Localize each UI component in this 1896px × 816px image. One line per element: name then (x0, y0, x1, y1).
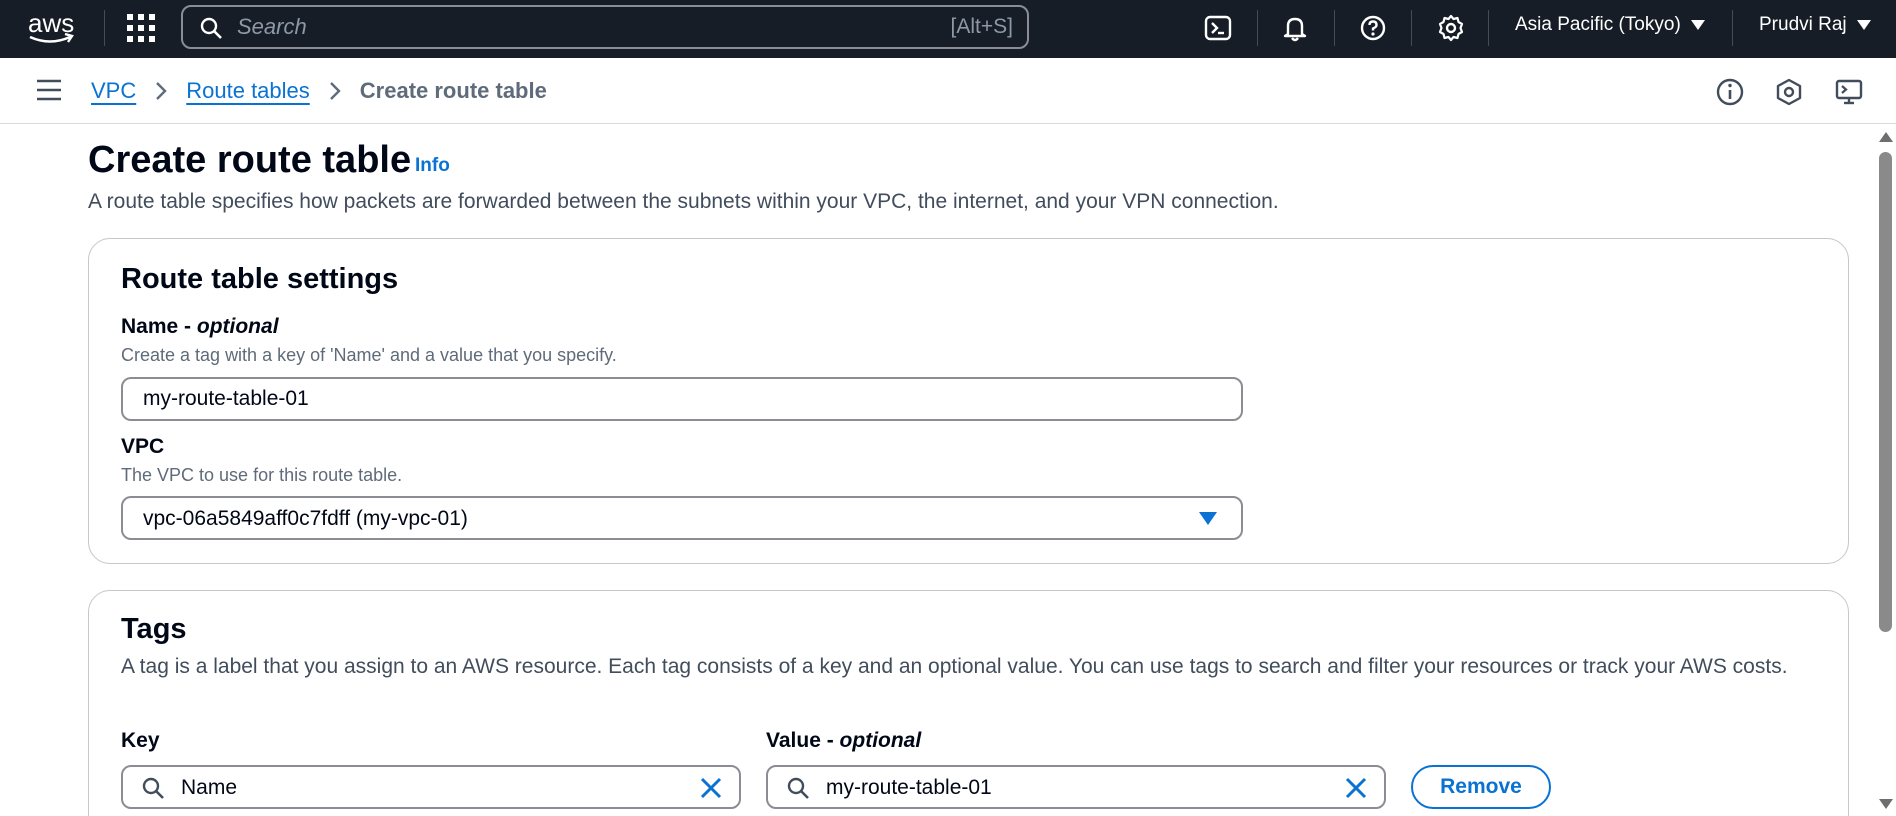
nav-divider (1488, 10, 1489, 46)
name-optional-text: optional (196, 315, 279, 338)
remove-tag-button[interactable]: Remove (1411, 765, 1551, 809)
region-selector[interactable]: Asia Pacific (Tokyo) (1515, 14, 1705, 36)
tag-key-value: Name (181, 776, 238, 799)
tag-key-input[interactable]: Name (121, 765, 741, 809)
breadcrumb-link-vpc[interactable]: VPC (91, 78, 136, 104)
search-shortcut-hint: [Alt+S] (950, 15, 1013, 38)
search-icon (142, 777, 164, 799)
page-title: Create route table (88, 139, 412, 181)
chevron-right-icon (329, 82, 341, 100)
nav-divider (1411, 10, 1412, 46)
search-icon (200, 17, 222, 39)
settings-heading: Route table settings (121, 263, 399, 295)
info-link[interactable]: Info (415, 155, 450, 177)
search-icon (787, 777, 809, 799)
breadcrumb-link-route-tables[interactable]: Route tables (186, 78, 310, 104)
name-field-hint: Create a tag with a key of 'Name' and a … (121, 345, 617, 365)
menu-icon[interactable] (36, 79, 62, 101)
aws-logo[interactable]: aws (26, 8, 78, 46)
nav-divider (1257, 10, 1258, 46)
search-input[interactable] (237, 13, 857, 41)
page-description: A route table specifies how packets are … (88, 190, 1279, 213)
info-circle-icon[interactable] (1715, 77, 1745, 107)
breadcrumb-bar: VPC Route tables Create route table (0, 58, 1896, 124)
tag-value-label: Value - optional (766, 729, 921, 753)
caret-down-icon (1199, 512, 1217, 525)
scroll-down-arrow[interactable] (1879, 799, 1893, 809)
nav-divider (104, 10, 105, 46)
clear-x-icon[interactable] (1344, 776, 1368, 800)
tag-value-label-text: Value - (766, 729, 834, 752)
help-icon[interactable] (1357, 12, 1389, 44)
route-table-settings-panel: Route table settings Name - optional Cre… (88, 238, 1849, 564)
chevron-down-icon (1856, 20, 1871, 30)
chevron-down-icon (1690, 20, 1705, 30)
security-hub-icon[interactable] (1774, 77, 1804, 107)
breadcrumb: VPC Route tables Create route table (91, 78, 547, 104)
global-search[interactable]: [Alt+S] (181, 5, 1029, 49)
vpc-field-label: VPC (121, 435, 165, 458)
region-label: Asia Pacific (Tokyo) (1515, 14, 1681, 35)
tag-key-label: Key (121, 729, 160, 752)
vpc-select-value: vpc-06a5849aff0c7fdff (my-vpc-01) (143, 507, 468, 530)
name-field-label: Name - optional (121, 315, 279, 339)
user-name: Prudvi Raj (1759, 14, 1847, 35)
tags-description: A tag is a label that you assign to an A… (121, 655, 1788, 678)
tags-heading: Tags (121, 613, 187, 645)
vpc-select[interactable]: vpc-06a5849aff0c7fdff (my-vpc-01) (121, 496, 1243, 540)
tags-panel: Tags A tag is a label that you assign to… (88, 590, 1849, 816)
nav-divider (1732, 10, 1733, 46)
settings-gear-icon[interactable] (1435, 12, 1467, 44)
clear-x-icon[interactable] (699, 776, 723, 800)
top-navigation: aws [Alt+S] (0, 0, 1896, 58)
scroll-up-arrow[interactable] (1879, 132, 1893, 142)
vpc-field-hint: The VPC to use for this route table. (121, 465, 403, 485)
tag-value-value: my-route-table-01 (826, 776, 992, 799)
account-menu[interactable]: Prudvi Raj (1759, 14, 1871, 36)
scrollbar-thumb[interactable] (1879, 152, 1892, 632)
breadcrumb-current: Create route table (359, 78, 547, 103)
nav-divider (1334, 10, 1335, 46)
feedback-monitor-icon[interactable] (1834, 77, 1864, 107)
chevron-right-icon (156, 82, 167, 100)
name-input[interactable] (121, 377, 1243, 421)
notifications-bell-icon[interactable] (1279, 12, 1311, 44)
apps-grid-icon[interactable] (126, 13, 156, 43)
tag-value-input[interactable]: my-route-table-01 (766, 765, 1386, 809)
cloudshell-icon[interactable] (1202, 12, 1234, 44)
tag-value-optional-text: optional (839, 729, 922, 752)
name-label-text: Name - (121, 315, 192, 338)
